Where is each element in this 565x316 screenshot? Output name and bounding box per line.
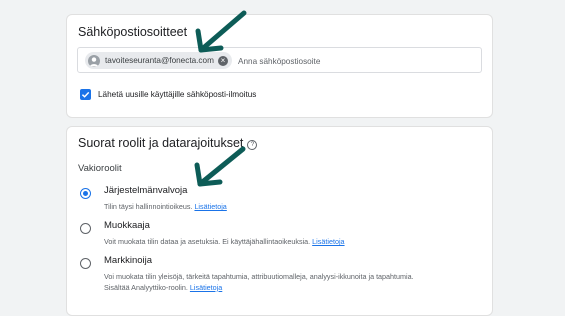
radio-marketer[interactable] <box>80 258 91 269</box>
role-name: Järjestelmänvalvoja <box>104 185 188 196</box>
learn-more-link[interactable]: Lisätietoja <box>312 237 344 246</box>
email-field[interactable] <box>238 54 468 68</box>
role-desc-text: Voit muokata tilin dataa ja asetuksia. E… <box>104 237 311 246</box>
notify-checkbox[interactable] <box>80 89 91 100</box>
roles-card: Suorat roolit ja datarajoitukset? Vakior… <box>66 126 493 316</box>
standard-roles-label: Vakioroolit <box>78 163 122 174</box>
role-desc-text: Tilin täysi hallinnointioikeus. <box>104 202 193 211</box>
learn-more-link[interactable]: Lisätietoja <box>194 202 226 211</box>
role-description: Voit muokata tilin dataa ja asetuksia. E… <box>104 237 430 248</box>
learn-more-link[interactable]: Lisätietoja <box>190 283 222 292</box>
role-name: Muokkaaja <box>104 220 150 231</box>
close-icon[interactable]: × <box>217 55 228 66</box>
email-input-box[interactable]: tavoiteseuranta@fonecta.com × <box>77 47 482 73</box>
role-desc-text: Voi muokata tilin yleisöjä, tärkeitä tap… <box>104 272 414 292</box>
email-chip[interactable]: tavoiteseuranta@fonecta.com × <box>85 52 232 69</box>
role-name: Markkinoija <box>104 255 153 266</box>
email-section-title: Sähköpostiosoitteet <box>78 25 188 39</box>
help-icon[interactable]: ? <box>247 140 258 150</box>
check-icon <box>81 91 90 98</box>
radio-editor[interactable] <box>80 223 91 234</box>
notify-checkbox-row[interactable]: Lähetä uusille käyttäjille sähköposti-il… <box>80 89 256 100</box>
roles-section-title: Suorat roolit ja datarajoitukset? <box>78 136 258 150</box>
radio-admin[interactable] <box>80 188 91 199</box>
avatar-icon <box>88 54 100 67</box>
notify-label: Lähetä uusille käyttäjille sähköposti-il… <box>98 90 257 99</box>
roles-title-text: Suorat roolit ja datarajoitukset <box>78 136 244 150</box>
role-description: Voi muokata tilin yleisöjä, tärkeitä tap… <box>104 272 430 293</box>
email-addresses-card: Sähköpostiosoitteet tavoiteseuranta@fone… <box>66 14 493 118</box>
chip-email-text: tavoiteseuranta@fonecta.com <box>105 56 214 65</box>
role-description: Tilin täysi hallinnointioikeus. Lisätiet… <box>104 202 430 213</box>
